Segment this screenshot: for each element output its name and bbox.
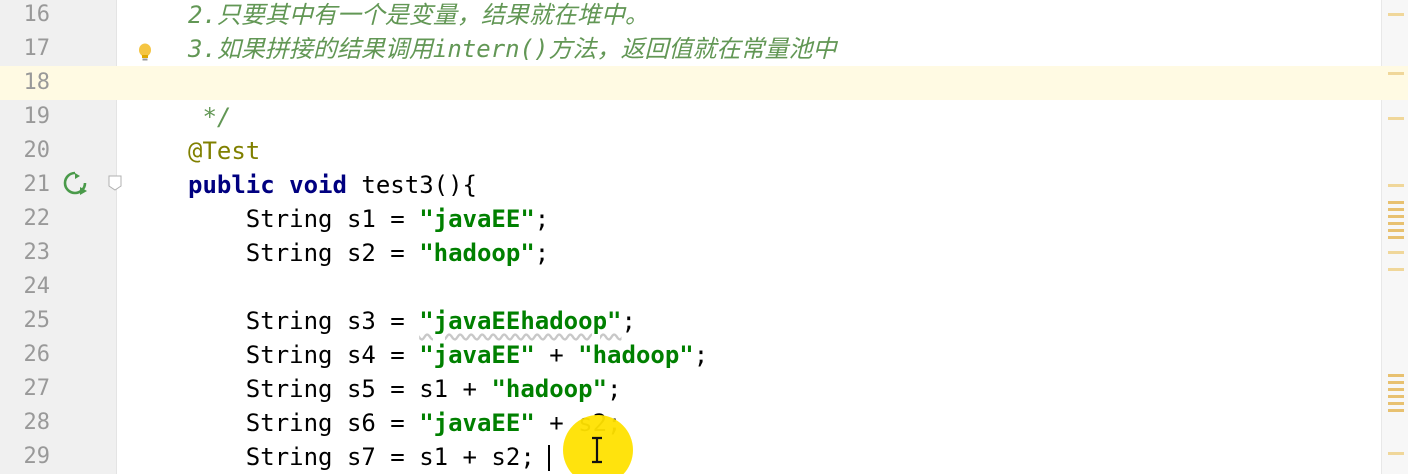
code-token-string: "hadoop" (578, 341, 694, 369)
line-number: 22 (23, 206, 51, 231)
code-token-string: "hadoop" (491, 375, 608, 403)
code-token-plain: ; (607, 375, 622, 403)
code-token-plain: String s5 = s1 + (188, 375, 492, 403)
code-text[interactable]: 3.如果拼接的结果调用intern()方法，返回值就在常量池中 (188, 32, 837, 66)
scroll-marker[interactable] (1388, 388, 1404, 391)
code-token-plain: ; (534, 205, 550, 233)
code-token-plain: ; (693, 341, 709, 369)
line-number: 26 (23, 342, 51, 367)
code-token-annotation: @Test (188, 137, 261, 165)
line-number: 29 (23, 444, 51, 469)
scroll-marker[interactable] (1388, 374, 1404, 377)
code-line[interactable]: 16 2.只要其中有一个是变量，结果就在堆中。 (0, 0, 1408, 32)
lightbulb-icon[interactable] (138, 43, 152, 63)
code-token-plain: String s7 = s1 + s2; (188, 443, 535, 471)
scroll-marker[interactable] (1388, 215, 1404, 218)
scroll-marker[interactable] (1388, 236, 1404, 239)
scroll-marker[interactable] (1388, 402, 1404, 405)
code-token-plain: ; (621, 307, 636, 335)
code-line[interactable]: 22 String s1 = "javaEE"; (0, 202, 1408, 236)
scroll-marker[interactable] (1388, 208, 1404, 211)
code-token-plain: String s6 = (188, 409, 420, 437)
scroll-marker[interactable] (1388, 229, 1404, 232)
line-number: 16 (23, 2, 51, 27)
code-line[interactable]: 20 @Test (0, 134, 1408, 168)
line-number: 24 (23, 274, 51, 299)
scroll-marker[interactable] (1388, 268, 1404, 271)
code-line[interactable]: 28 String s6 = "javaEE" + s2; (0, 406, 1408, 440)
code-token-plain: String s1 = (188, 205, 420, 233)
code-text[interactable]: String s2 = "hadoop"; (188, 236, 549, 270)
line-number: 18 (23, 70, 51, 95)
code-text[interactable]: String s4 = "javaEE" + "hadoop"; (188, 338, 708, 372)
code-token-plain: + (534, 341, 579, 369)
line-number: 19 (23, 104, 51, 129)
line-number: 21 (23, 172, 51, 197)
scroll-marker[interactable] (1388, 452, 1404, 455)
code-text[interactable]: String s1 = "javaEE"; (188, 202, 549, 236)
code-line[interactable]: 18 (0, 66, 1408, 100)
scroll-marker[interactable] (1388, 251, 1404, 254)
scroll-marker[interactable] (1388, 72, 1404, 75)
code-token-comment: 2.只要其中有一个是变量，结果就在堆中。 (188, 1, 649, 29)
line-number: 27 (23, 376, 51, 401)
code-token-comment: 3.如果拼接的结果调用intern()方法，返回值就在常量池中 (188, 35, 837, 63)
code-token-keyword: public void (188, 171, 362, 199)
code-token-string: "javaEE" (419, 341, 535, 369)
code-text[interactable]: @Test (188, 134, 260, 168)
code-line[interactable]: 19 */ (0, 100, 1408, 134)
code-line[interactable]: 29 String s7 = s1 + s2; (0, 440, 1408, 474)
code-line[interactable]: 24 (0, 270, 1408, 304)
line-number: 25 (23, 308, 51, 333)
code-line[interactable]: 21 public void test3(){ (0, 168, 1408, 202)
code-line[interactable]: 23 String s2 = "hadoop"; (0, 236, 1408, 270)
code-text[interactable]: String s6 = "javaEE" + s2; (188, 406, 622, 440)
code-token-plain: String s3 = (188, 307, 420, 335)
fold-icon[interactable] (108, 175, 122, 191)
text-cursor-icon (592, 436, 602, 464)
code-line[interactable]: 26 String s4 = "javaEE" + "hadoop"; (0, 338, 1408, 372)
code-text[interactable]: 2.只要其中有一个是变量，结果就在堆中。 (188, 0, 649, 32)
code-editor[interactable]: 16 2.只要其中有一个是变量，结果就在堆中。 17 3.如果拼接的结果调用inter… (0, 0, 1408, 474)
code-text[interactable]: public void test3(){ (188, 168, 477, 202)
code-token-plain: String s4 = (188, 341, 420, 369)
code-token-plain: String s2 = (188, 239, 420, 267)
scroll-marker[interactable] (1388, 184, 1404, 187)
scroll-marker[interactable] (1388, 409, 1404, 412)
code-token-plain: test3(){ (361, 171, 477, 199)
scroll-marker[interactable] (1388, 201, 1404, 204)
line-number: 17 (23, 36, 51, 61)
code-token-comment: */ (188, 103, 232, 131)
code-line[interactable]: 27 String s5 = s1 + "hadoop"; (0, 372, 1408, 406)
code-token-plain: ; (534, 239, 550, 267)
line-number: 23 (23, 240, 51, 265)
code-text[interactable]: String s3 = "javaEEhadoop"; (188, 304, 636, 338)
scroll-marker[interactable] (1388, 13, 1404, 16)
code-token-string: "javaEE" (419, 409, 535, 437)
code-line[interactable]: 25 String s3 = "javaEEhadoop"; (0, 304, 1408, 338)
code-token-string: "javaEEhadoop" (419, 307, 622, 335)
scroll-marker[interactable] (1388, 381, 1404, 384)
code-text[interactable]: String s7 = s1 + s2; (188, 440, 535, 474)
line-number: 20 (23, 138, 51, 163)
code-token-string: "hadoop" (419, 239, 535, 267)
code-line[interactable]: 17 3.如果拼接的结果调用intern()方法，返回值就在常量池中 (0, 32, 1408, 66)
code-text[interactable]: */ (188, 100, 231, 134)
code-token-string: "javaEE" (419, 205, 535, 233)
code-text[interactable]: String s5 = s1 + "hadoop"; (188, 372, 622, 406)
scroll-marker[interactable] (1388, 222, 1404, 225)
line-number: 28 (23, 410, 51, 435)
scroll-marker[interactable] (1388, 117, 1404, 120)
run-test-icon[interactable] (62, 170, 88, 196)
text-caret (548, 445, 550, 471)
scroll-marker[interactable] (1388, 395, 1404, 398)
